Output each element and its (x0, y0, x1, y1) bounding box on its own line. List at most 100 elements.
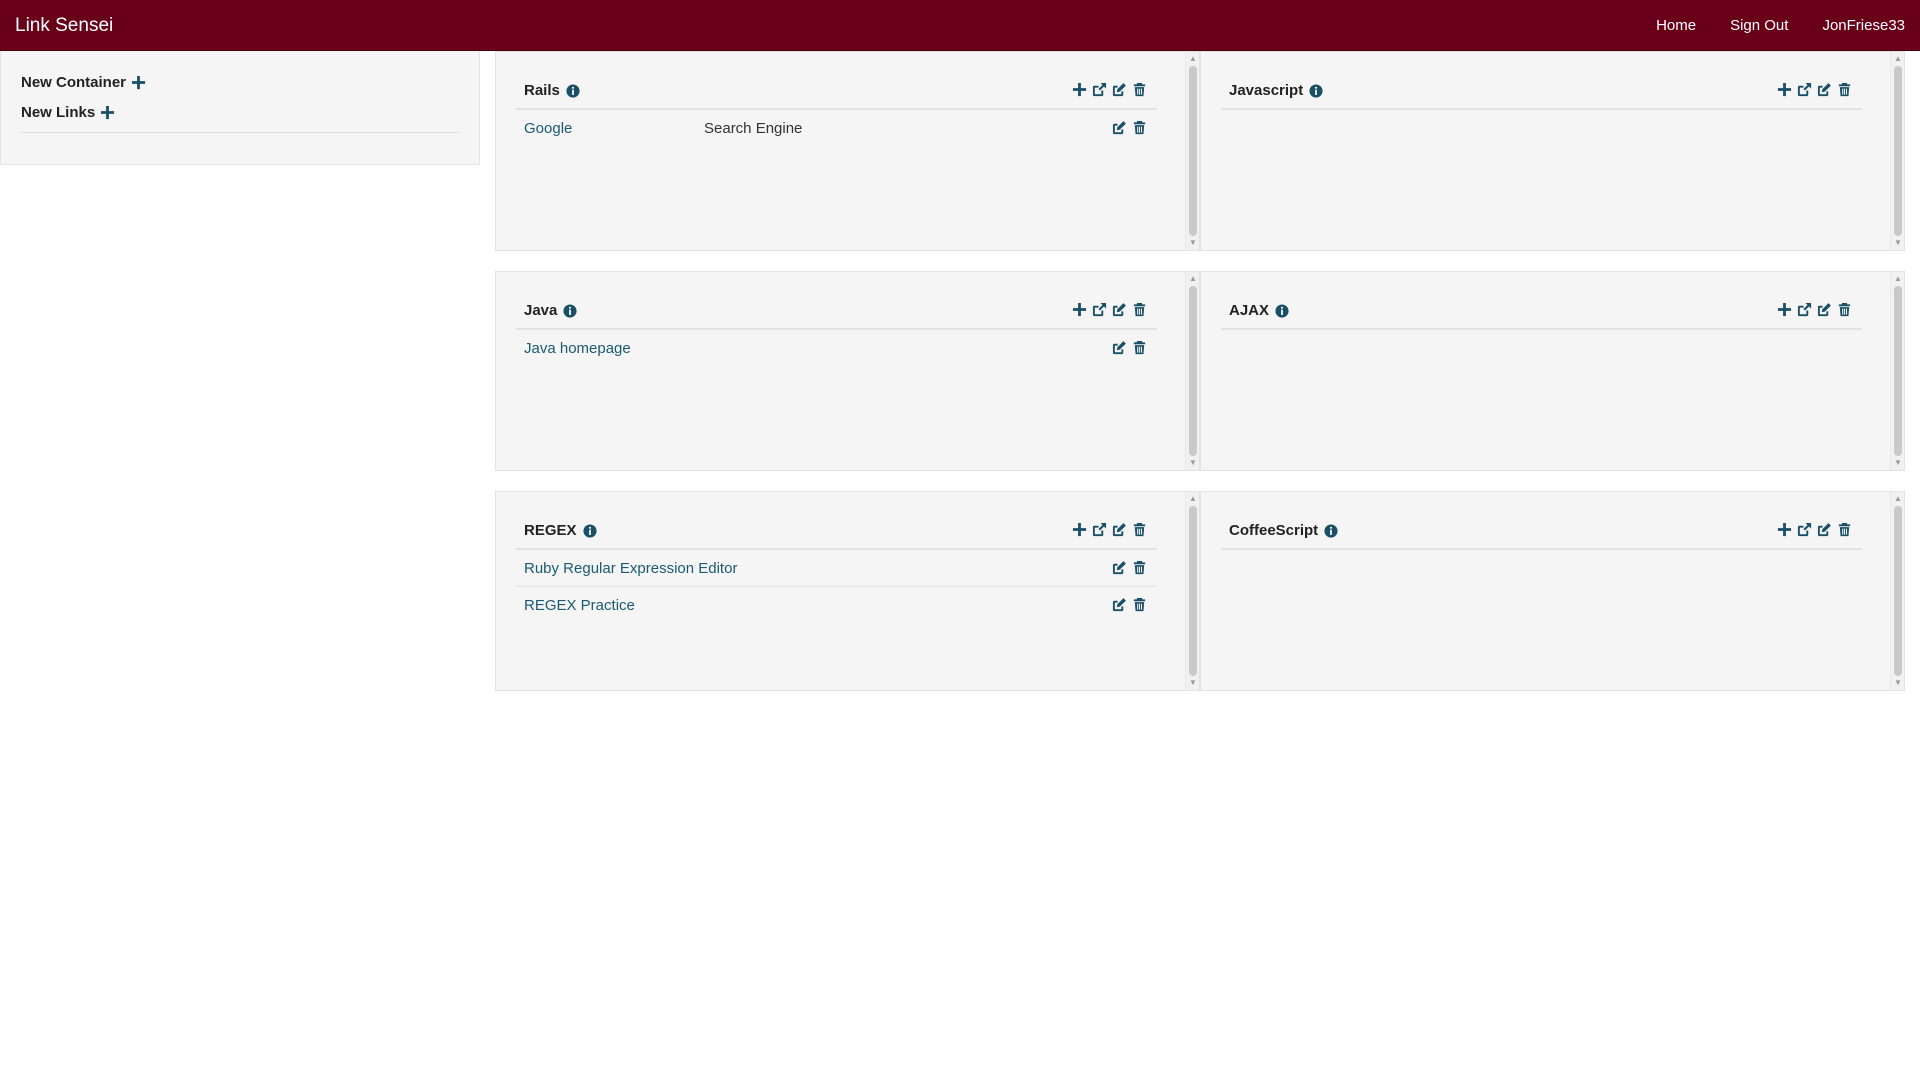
container-body: AJAX (1221, 272, 1862, 330)
info-icon[interactable] (562, 302, 578, 320)
link-row: REGEX Practice (516, 587, 1157, 624)
scroll-up-arrow-icon[interactable]: ▲ (1188, 54, 1198, 64)
new-container-button[interactable]: New Container (21, 73, 146, 91)
trash-icon[interactable] (1836, 300, 1852, 318)
scroll-up-arrow-icon[interactable]: ▲ (1893, 274, 1903, 284)
container-title-text: Javascript (1229, 82, 1304, 99)
plus-icon (99, 103, 115, 121)
trash-icon[interactable] (1131, 338, 1147, 356)
edit-icon[interactable] (1111, 338, 1127, 356)
container-title-text: CoffeeScript (1229, 522, 1319, 539)
scrollbar-thumb[interactable] (1189, 286, 1197, 456)
scrollbar[interactable]: ▲ ▼ (1890, 272, 1904, 470)
trash-icon[interactable] (1131, 300, 1147, 318)
trash-icon[interactable] (1131, 558, 1147, 576)
link-name[interactable]: Google (524, 120, 572, 137)
new-links-label: New Links (21, 103, 96, 121)
external-link-icon[interactable] (1091, 520, 1107, 538)
scrollbar-thumb[interactable] (1189, 506, 1197, 676)
scroll-up-arrow-icon[interactable]: ▲ (1188, 274, 1198, 284)
scrollbar-thumb[interactable] (1894, 286, 1902, 456)
link-row: Java homepage (516, 330, 1157, 367)
edit-icon[interactable] (1111, 595, 1127, 613)
external-link-icon[interactable] (1796, 80, 1812, 98)
plus-icon[interactable] (1776, 520, 1792, 538)
scroll-up-arrow-icon[interactable]: ▲ (1893, 494, 1903, 504)
link-name[interactable]: Java homepage (524, 340, 631, 357)
nav-sign-out-link[interactable]: Sign Out (1713, 0, 1805, 51)
nav-user-link[interactable]: JonFriese33 (1805, 0, 1920, 51)
scroll-down-arrow-icon[interactable]: ▼ (1893, 458, 1903, 468)
link-actions (1111, 338, 1147, 356)
container-actions (1071, 300, 1147, 318)
container-title-text: AJAX (1229, 302, 1270, 319)
scrollbar-thumb[interactable] (1189, 66, 1197, 236)
external-link-icon[interactable] (1796, 300, 1812, 318)
link-name[interactable]: REGEX Practice (524, 597, 635, 614)
sidebar: New Container New Links (0, 51, 480, 165)
plus-icon[interactable] (1071, 80, 1087, 98)
new-links-button[interactable]: New Links (21, 103, 115, 121)
brand-logo-text[interactable]: Link Sensei (15, 15, 113, 37)
info-icon[interactable] (1274, 302, 1290, 320)
info-icon[interactable] (1323, 522, 1339, 540)
scrollbar-thumb[interactable] (1894, 66, 1902, 236)
container-header: REGEX (516, 492, 1157, 550)
plus-icon[interactable] (1071, 300, 1087, 318)
edit-icon[interactable] (1111, 520, 1127, 538)
new-container-label: New Container (21, 73, 127, 91)
edit-icon[interactable] (1111, 300, 1127, 318)
scrollbar[interactable]: ▲ ▼ (1890, 52, 1904, 250)
container-title: AJAX (1229, 302, 1290, 320)
trash-icon[interactable] (1131, 118, 1147, 136)
info-icon[interactable] (565, 82, 581, 100)
container-title: CoffeeScript (1229, 522, 1339, 540)
info-icon[interactable] (1308, 82, 1324, 100)
scroll-down-arrow-icon[interactable]: ▼ (1188, 458, 1198, 468)
scrollbar[interactable]: ▲ ▼ (1185, 52, 1199, 250)
nav-home-link[interactable]: Home (1639, 0, 1713, 51)
scrollbar[interactable]: ▲ ▼ (1185, 272, 1199, 470)
container-header: AJAX (1221, 272, 1862, 330)
scroll-up-arrow-icon[interactable]: ▲ (1188, 494, 1198, 504)
plus-icon[interactable] (1776, 300, 1792, 318)
scroll-down-arrow-icon[interactable]: ▼ (1893, 238, 1903, 248)
plus-icon[interactable] (1071, 520, 1087, 538)
link-row: Ruby Regular Expression Editor (516, 550, 1157, 587)
link-actions (1111, 595, 1147, 613)
info-icon[interactable] (582, 522, 598, 540)
nav-links: Home Sign Out JonFriese33 (1639, 0, 1920, 51)
edit-icon[interactable] (1111, 558, 1127, 576)
link-row: Google Search Engine (516, 110, 1157, 147)
sidebar-divider (21, 132, 459, 133)
trash-icon[interactable] (1836, 80, 1852, 98)
container-body: Javascript (1221, 52, 1862, 110)
edit-icon[interactable] (1111, 118, 1127, 136)
container-body: Java Java homepage (516, 272, 1157, 367)
external-link-icon[interactable] (1796, 520, 1812, 538)
trash-icon[interactable] (1131, 80, 1147, 98)
trash-icon[interactable] (1836, 520, 1852, 538)
external-link-icon[interactable] (1091, 300, 1107, 318)
scrollbar[interactable]: ▲ ▼ (1185, 492, 1199, 690)
trash-icon[interactable] (1131, 595, 1147, 613)
scroll-down-arrow-icon[interactable]: ▼ (1893, 678, 1903, 688)
plus-icon[interactable] (1776, 80, 1792, 98)
plus-icon (130, 73, 146, 91)
container-header: Javascript (1221, 52, 1862, 110)
edit-icon[interactable] (1111, 80, 1127, 98)
scrollbar-thumb[interactable] (1894, 506, 1902, 676)
edit-icon[interactable] (1816, 300, 1832, 318)
container-actions (1776, 520, 1852, 538)
external-link-icon[interactable] (1091, 80, 1107, 98)
scrollbar[interactable]: ▲ ▼ (1890, 492, 1904, 690)
scroll-down-arrow-icon[interactable]: ▼ (1188, 238, 1198, 248)
link-name[interactable]: Ruby Regular Expression Editor (524, 560, 737, 577)
container-actions (1776, 80, 1852, 98)
scroll-down-arrow-icon[interactable]: ▼ (1188, 678, 1198, 688)
edit-icon[interactable] (1816, 80, 1832, 98)
trash-icon[interactable] (1131, 520, 1147, 538)
container-title: REGEX (524, 522, 598, 540)
scroll-up-arrow-icon[interactable]: ▲ (1893, 54, 1903, 64)
edit-icon[interactable] (1816, 520, 1832, 538)
